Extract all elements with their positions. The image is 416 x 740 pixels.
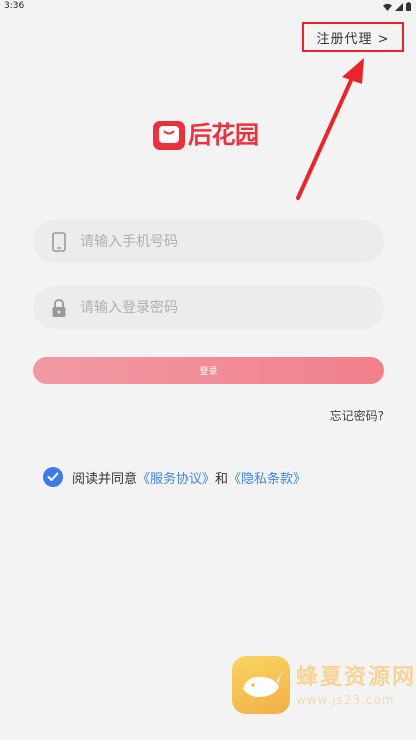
wifi-icon <box>383 3 392 11</box>
phone-field[interactable] <box>33 220 384 263</box>
register-agent-button[interactable]: 注册代理 > <box>302 22 404 52</box>
lock-icon <box>51 298 67 318</box>
brand-name: 后花园 <box>188 121 259 149</box>
agreement-row: 阅读并同意 《服务协议》 和 《隐私条款》 <box>43 467 306 487</box>
status-bar: 3:36 <box>0 0 416 14</box>
login-screen: 3:36 注册代理 > 后花园 请输入手机号码 登录 忘记密码? 阅读并同意 《… <box>0 0 416 740</box>
phone-icon <box>51 231 67 252</box>
service-agreement-link[interactable]: 《服务协议》 <box>137 468 215 487</box>
signal-icon <box>395 2 403 11</box>
check-icon <box>47 472 59 481</box>
agreement-prefix: 阅读并同意 <box>72 471 138 487</box>
watermark: 蜂夏资源网 www.js23.com <box>232 656 416 714</box>
status-time: 3:36 <box>4 1 25 11</box>
forgot-password-link[interactable]: 忘记密码? <box>330 407 384 424</box>
login-button[interactable]: 登录 <box>33 357 384 384</box>
password-input[interactable] <box>78 298 352 317</box>
agreement-checkbox[interactable] <box>43 467 63 487</box>
whale-logo-icon <box>232 656 290 714</box>
phone-input[interactable] <box>78 232 352 251</box>
status-icons <box>383 2 411 11</box>
agreement-conjunction: 和 <box>215 471 229 487</box>
password-field[interactable] <box>33 286 384 329</box>
shopping-bag-icon <box>153 121 185 150</box>
brand-logo: 后花园 <box>152 118 259 152</box>
battery-icon <box>406 2 411 11</box>
watermark-url: www.js23.com <box>296 693 395 707</box>
watermark-name: 蜂夏资源网 <box>296 665 416 690</box>
privacy-terms-link[interactable]: 《隐私条款》 <box>228 468 306 487</box>
